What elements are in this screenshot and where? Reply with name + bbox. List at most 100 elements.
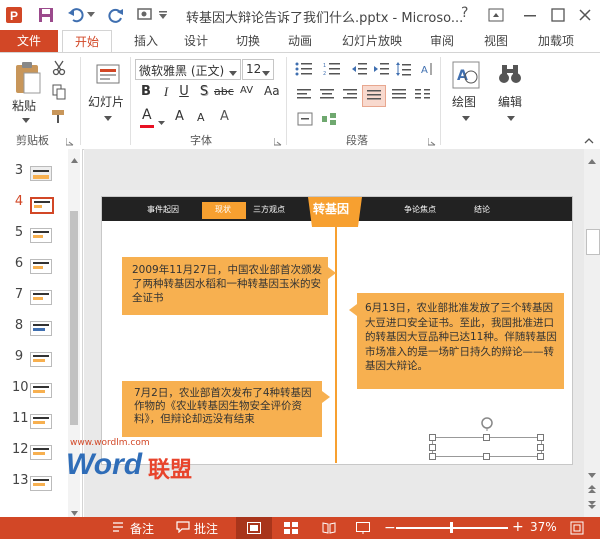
resize-handle[interactable] <box>429 453 436 460</box>
font-launcher-icon[interactable] <box>273 135 282 149</box>
tab-file[interactable]: 文件 <box>0 30 58 52</box>
text-direction-icon[interactable]: A <box>418 61 436 77</box>
rotate-handle-icon[interactable] <box>480 417 494 434</box>
slideshow-icon[interactable] <box>356 522 370 537</box>
font-color-button[interactable]: A <box>142 107 152 123</box>
collapse-ribbon-icon[interactable] <box>584 133 594 147</box>
slides-dropdown-icon[interactable] <box>104 111 112 125</box>
increase-indent-icon[interactable] <box>372 61 390 77</box>
powerpoint-icon[interactable]: P <box>4 5 24 25</box>
tab-addins[interactable]: 加载项 <box>532 30 580 52</box>
close-icon[interactable] <box>575 5 595 25</box>
editing-button[interactable]: 编辑 <box>498 93 522 110</box>
shapes-icon[interactable]: A <box>450 59 482 91</box>
editing-dropdown-icon[interactable] <box>507 111 515 125</box>
strikethrough-button[interactable]: abc <box>214 85 234 98</box>
comments-button[interactable]: 批注 <box>194 520 218 537</box>
slide-thumbnail[interactable] <box>30 414 52 429</box>
resize-handle[interactable] <box>537 453 544 460</box>
help-button[interactable]: ? <box>461 5 468 21</box>
save-icon[interactable] <box>36 5 56 25</box>
undo-icon[interactable] <box>66 5 86 25</box>
slide-canvas[interactable]: 事件起因 现状 三方观点 转基因 争论焦点 结论 2009年11月27日，中国农… <box>101 196 573 465</box>
resize-handle[interactable] <box>537 444 544 451</box>
slide-thumbnail[interactable] <box>30 321 52 336</box>
decrease-font-button[interactable]: A <box>197 111 205 124</box>
slide-thumbnail[interactable] <box>30 445 52 460</box>
undo-dropdown-icon[interactable] <box>86 5 96 25</box>
slide-thumbnail[interactable] <box>30 166 52 181</box>
numbering-icon[interactable]: 12 <box>322 61 342 77</box>
normal-view-button[interactable] <box>236 517 272 539</box>
tab-view[interactable]: 视图 <box>478 30 514 52</box>
columns-icon[interactable] <box>414 87 432 103</box>
underline-button[interactable]: U <box>176 84 192 99</box>
scrollbar-thumb[interactable] <box>586 229 600 255</box>
resize-handle[interactable] <box>429 444 436 451</box>
scroll-up-icon[interactable] <box>588 153 596 167</box>
bullets-icon[interactable] <box>294 61 314 77</box>
increase-font-button[interactable]: A <box>175 109 184 124</box>
redo-icon[interactable] <box>106 5 126 25</box>
character-spacing-button[interactable]: AV <box>240 85 253 96</box>
new-slide-icon[interactable] <box>94 59 124 91</box>
tab-review[interactable]: 审阅 <box>424 30 460 52</box>
zoom-out-icon[interactable]: − <box>384 520 396 536</box>
minimize-icon[interactable] <box>520 5 540 25</box>
font-name-select[interactable]: 微软雅黑 (正文) <box>135 59 241 80</box>
slide-thumbnail-active[interactable] <box>30 197 54 214</box>
tab-transitions[interactable]: 切换 <box>230 30 266 52</box>
scroll-up-icon[interactable] <box>71 152 78 166</box>
slide-thumbnail[interactable] <box>30 259 52 274</box>
reading-view-icon[interactable] <box>322 522 336 537</box>
paste-dropdown-icon[interactable] <box>22 113 30 127</box>
slide-thumbnail[interactable] <box>30 290 52 305</box>
align-center-icon[interactable] <box>318 87 336 103</box>
resize-handle[interactable] <box>429 434 436 441</box>
tab-insert[interactable]: 插入 <box>126 30 166 52</box>
slide-sorter-icon[interactable] <box>284 522 298 537</box>
font-size-select[interactable]: 12 <box>242 59 274 80</box>
tab-design[interactable]: 设计 <box>178 30 214 52</box>
resize-handle[interactable] <box>483 434 490 441</box>
slides-button[interactable]: 幻灯片 <box>88 93 124 110</box>
change-case-button[interactable]: Aa <box>264 84 280 98</box>
align-left-icon[interactable] <box>296 87 314 103</box>
slide-thumbnail[interactable] <box>30 383 52 398</box>
align-text-icon[interactable] <box>296 111 314 127</box>
maximize-icon[interactable] <box>548 5 568 25</box>
zoom-slider-thumb[interactable] <box>450 522 453 533</box>
slide-thumbnail[interactable] <box>30 476 52 491</box>
notes-button[interactable]: 备注 <box>130 520 154 537</box>
zoom-in-icon[interactable]: + <box>512 519 524 535</box>
ribbon-display-options-icon[interactable] <box>486 5 506 25</box>
drawing-dropdown-icon[interactable] <box>462 111 470 125</box>
decrease-indent-icon[interactable] <box>350 61 368 77</box>
clipboard-launcher-icon[interactable] <box>65 135 74 149</box>
paste-icon[interactable] <box>10 59 44 97</box>
scrollbar-thumb[interactable] <box>70 211 78 425</box>
italic-button[interactable]: I <box>158 84 174 100</box>
clear-formatting-button[interactable]: A <box>220 109 229 124</box>
align-right-icon[interactable] <box>340 87 358 103</box>
justify-icon[interactable] <box>362 85 386 107</box>
tab-animations[interactable]: 动画 <box>282 30 318 52</box>
line-spacing-icon[interactable] <box>394 61 412 77</box>
tab-slideshow[interactable]: 幻灯片放映 <box>338 30 406 52</box>
present-from-start-icon[interactable] <box>136 5 156 25</box>
copy-icon[interactable] <box>50 83 68 101</box>
next-slide-icon[interactable] <box>588 499 596 513</box>
resize-handle[interactable] <box>483 453 490 460</box>
editor-scrollbar[interactable] <box>584 149 600 517</box>
slide-thumbnail[interactable] <box>30 352 52 367</box>
paste-button[interactable]: 粘贴 <box>12 97 36 114</box>
customize-toolbar-icon[interactable] <box>158 5 168 25</box>
font-color-dropdown-icon[interactable] <box>158 115 165 129</box>
paragraph-launcher-icon[interactable] <box>427 135 436 149</box>
distributed-icon[interactable] <box>390 87 408 103</box>
binoculars-icon[interactable] <box>497 59 523 89</box>
tab-home[interactable]: 开始 <box>62 30 112 53</box>
format-painter-icon[interactable] <box>50 107 68 125</box>
fit-slide-icon[interactable] <box>570 521 584 538</box>
previous-slide-icon[interactable] <box>588 483 596 497</box>
